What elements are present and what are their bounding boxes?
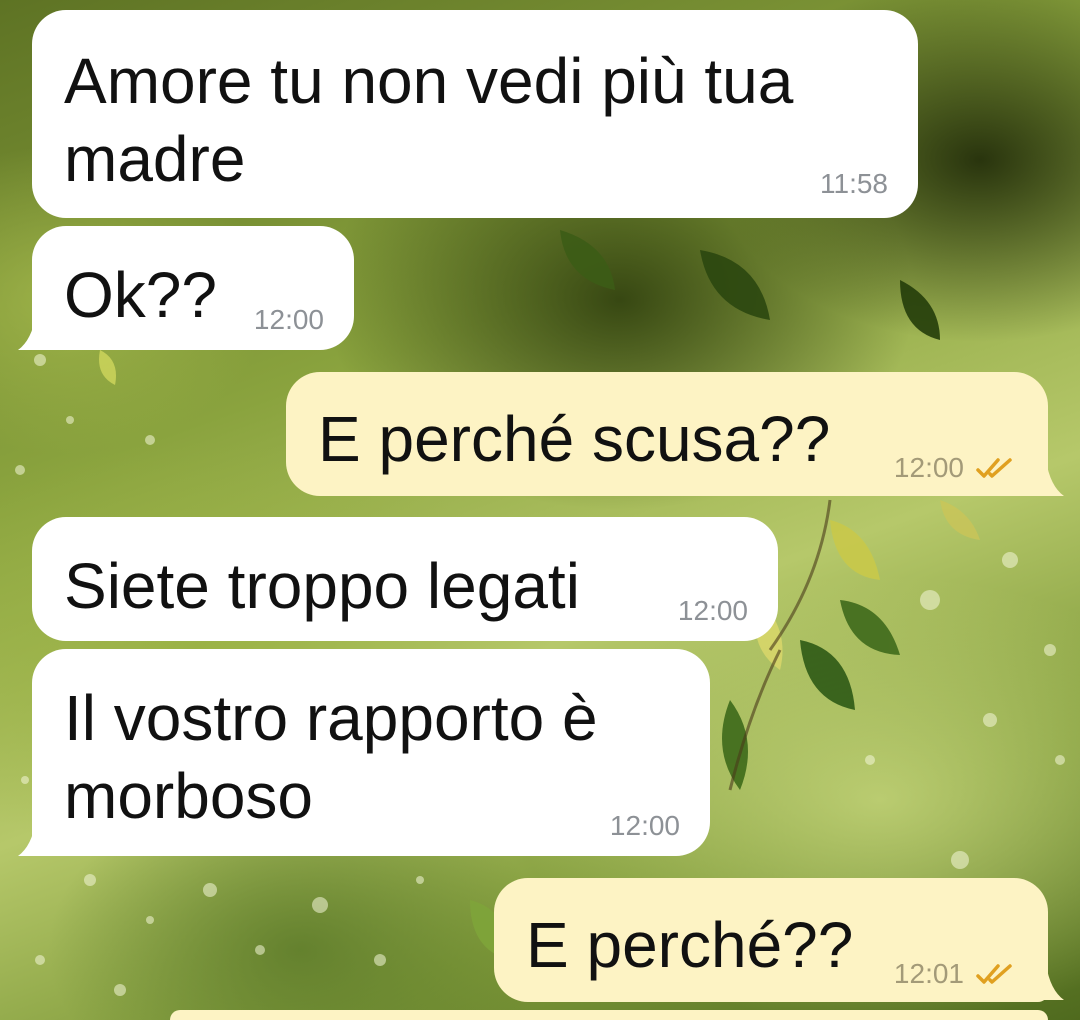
message-time: 11:58 bbox=[820, 168, 888, 199]
message-text: E perché?? bbox=[526, 909, 854, 981]
message-bubble-outgoing[interactable]: E perché?? 12:01 bbox=[494, 878, 1048, 1002]
message-text: Ok?? bbox=[64, 259, 217, 331]
message-text: Il vostro rapporto è morboso bbox=[64, 682, 598, 832]
message-text: Siete troppo legati bbox=[64, 550, 580, 622]
message-bubble-incoming[interactable]: Amore tu non vedi più tua madre 11:58 bbox=[32, 10, 918, 218]
message-meta: 12:00 bbox=[678, 595, 748, 627]
message-bubble-incoming[interactable]: Siete troppo legati 12:00 bbox=[32, 517, 778, 641]
double-check-read-icon bbox=[976, 964, 1012, 984]
double-check-read-icon bbox=[976, 458, 1012, 478]
message-bubble-outgoing[interactable]: E perché scusa?? 12:00 bbox=[286, 372, 1048, 496]
message-meta: 12:00 bbox=[894, 452, 1016, 484]
message-meta: 12:01 bbox=[894, 958, 1016, 990]
message-time: 12:00 bbox=[609, 810, 680, 841]
message-time: 12:01 bbox=[893, 958, 964, 989]
message-text: Amore tu non vedi più tua madre bbox=[64, 45, 794, 195]
message-bubble-incoming[interactable]: Il vostro rapporto è morboso 12:00 bbox=[32, 649, 710, 856]
message-bubble-outgoing-partial[interactable] bbox=[170, 1010, 1048, 1020]
message-meta: 11:58 bbox=[820, 168, 888, 200]
message-text: E perché scusa?? bbox=[318, 403, 831, 475]
message-meta: 12:00 bbox=[254, 304, 324, 336]
message-time: 12:00 bbox=[677, 595, 748, 626]
message-meta: 12:00 bbox=[610, 810, 680, 842]
message-time: 12:00 bbox=[893, 452, 964, 483]
message-bubble-incoming[interactable]: Ok?? 12:00 bbox=[32, 226, 354, 350]
message-time: 12:00 bbox=[253, 304, 324, 335]
